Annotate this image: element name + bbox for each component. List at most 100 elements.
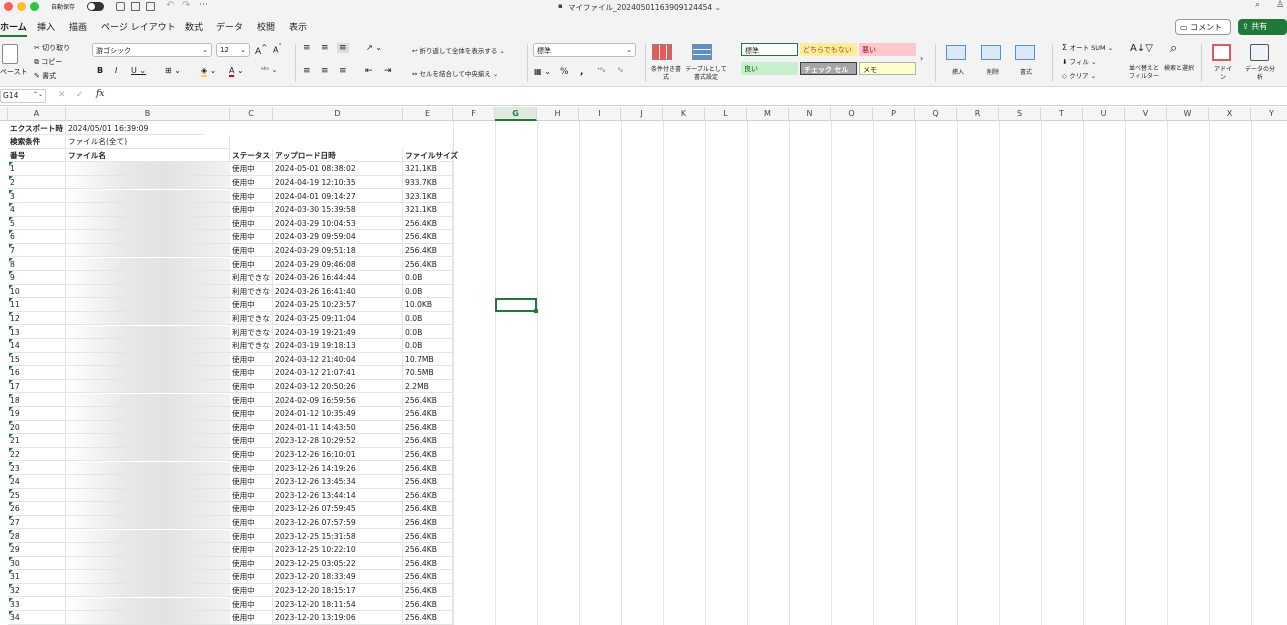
account-icon[interactable]: ♙ <box>1276 0 1284 10</box>
cell-number[interactable]: 30 <box>8 556 66 571</box>
analyze-data-button[interactable]: データの分析 <box>1244 66 1276 82</box>
export-value[interactable]: 2024/05/01 16:39:09 <box>66 122 204 136</box>
cell-upload-date[interactable]: 2024-03-19 19:21:49 <box>273 325 403 340</box>
cell-filename-redacted[interactable] <box>66 298 230 312</box>
cell-file-size[interactable]: 256.4KB <box>403 420 453 435</box>
table-format-icon[interactable] <box>692 44 712 60</box>
align-top-icon[interactable]: ≡ <box>303 43 311 53</box>
increase-font-button[interactable]: A^ <box>255 43 267 57</box>
merge-center-button[interactable]: ⇔ セルを結合して中央揃え ⌄ <box>412 68 498 78</box>
column-header-O[interactable]: O <box>831 107 873 121</box>
cell-file-size[interactable]: 256.4KB <box>403 216 453 231</box>
cell-file-size[interactable]: 256.4KB <box>403 543 453 557</box>
cell-status[interactable]: 利用できな <box>230 339 273 353</box>
cell-upload-date[interactable]: 2024-01-11 14:43:50 <box>273 420 403 435</box>
addins-icon[interactable] <box>1212 44 1231 61</box>
fill-handle[interactable] <box>534 308 538 313</box>
tab-view[interactable]: 表示 <box>289 20 307 33</box>
cell-upload-date[interactable]: 2024-05-01 08:38:02 <box>273 162 403 176</box>
format-button[interactable]: 書式 <box>1020 67 1032 76</box>
header-number[interactable]: 番号 <box>8 148 66 163</box>
align-right-icon[interactable]: ≡ <box>339 66 347 76</box>
cell-filename-redacted[interactable] <box>66 366 230 380</box>
cell-number[interactable]: 11 <box>8 298 66 312</box>
autosum-button[interactable]: Σ オート SUM ⌄ <box>1062 42 1113 52</box>
cell-filename-redacted[interactable] <box>66 570 230 584</box>
fill-color-button[interactable]: ◈ ⌄ <box>201 66 216 77</box>
cell-upload-date[interactable]: 2023-12-28 10:29:52 <box>273 434 403 448</box>
column-header-M[interactable]: M <box>747 107 789 121</box>
styles-more-icon[interactable]: › <box>920 54 923 63</box>
cell-upload-date[interactable]: 2024-03-29 09:59:04 <box>273 230 403 244</box>
tab-data[interactable]: データ <box>216 20 243 33</box>
comment-button[interactable]: ▭ コメント <box>1175 19 1231 35</box>
cell-upload-date[interactable]: 2024-03-12 21:07:41 <box>273 366 403 380</box>
cell-upload-date[interactable]: 2024-04-01 09:14:27 <box>273 189 403 204</box>
cell-status[interactable]: 使用中 <box>230 189 273 204</box>
table-format-button[interactable]: テーブルとして書式設定 <box>684 66 728 82</box>
cell-filename-redacted[interactable] <box>66 216 230 231</box>
cell-number[interactable]: 32 <box>8 583 66 598</box>
cell-number[interactable]: 27 <box>8 515 66 530</box>
tab-insert[interactable]: 挿入 <box>37 20 55 33</box>
cell-number[interactable]: 4 <box>8 203 66 217</box>
bold-button[interactable]: B <box>97 66 103 75</box>
column-header-T[interactable]: T <box>1041 107 1083 121</box>
wrap-text-button[interactable]: ↩ 折り返して全体を表示する ⌄ <box>412 45 505 55</box>
cancel-icon[interactable]: ✕ <box>58 90 66 100</box>
column-header-J[interactable]: J <box>621 107 663 121</box>
italic-button[interactable]: I <box>115 66 117 75</box>
cell-status[interactable]: 利用できな <box>230 271 273 285</box>
cell-upload-date[interactable]: 2023-12-26 07:59:45 <box>273 502 403 516</box>
increase-indent-icon[interactable]: ⇥ <box>384 66 392 76</box>
search-value[interactable]: ファイル名(全て) <box>66 135 230 149</box>
cell-filename-redacted[interactable] <box>66 502 230 516</box>
cell-number[interactable]: 29 <box>8 543 66 557</box>
analyze-data-icon[interactable] <box>1250 44 1269 61</box>
cell-file-size[interactable]: 256.4KB <box>403 583 453 598</box>
column-header-U[interactable]: U <box>1083 107 1125 121</box>
column-header-E[interactable]: E <box>403 107 453 121</box>
zoom-window-button[interactable] <box>30 2 39 11</box>
cell-status[interactable]: 使用中 <box>230 597 273 612</box>
cell-filename-redacted[interactable] <box>66 475 230 489</box>
cell-status[interactable]: 利用できな <box>230 284 273 299</box>
cell-number[interactable]: 28 <box>8 529 66 544</box>
header-filename[interactable]: ファイル名 <box>66 148 230 163</box>
save-icon[interactable] <box>131 2 140 11</box>
column-header-A[interactable]: A <box>8 107 66 121</box>
cell-filename-redacted[interactable] <box>66 311 230 326</box>
tab-formulas[interactable]: 数式 <box>185 20 203 33</box>
cell-file-size[interactable]: 256.4KB <box>403 597 453 612</box>
cell-number[interactable]: 34 <box>8 611 66 625</box>
cell-number[interactable]: 23 <box>8 461 66 476</box>
cell-file-size[interactable]: 323.1KB <box>403 189 453 204</box>
insert-button[interactable]: 挿入 <box>952 67 964 76</box>
name-box[interactable]: G14 ⌃⌄ <box>0 89 46 103</box>
cell-upload-date[interactable]: 2023-12-26 13:45:34 <box>273 475 403 489</box>
cell-file-size[interactable]: 0.0B <box>403 339 453 353</box>
cell-status[interactable]: 使用中 <box>230 570 273 584</box>
cell-number[interactable]: 24 <box>8 475 66 489</box>
tab-review[interactable]: 校閲 <box>257 20 275 33</box>
cell-filename-redacted[interactable] <box>66 203 230 217</box>
decrease-indent-icon[interactable]: ⇤ <box>365 66 373 76</box>
cell-status[interactable]: 使用中 <box>230 461 273 476</box>
tab-draw[interactable]: 描画 <box>69 20 87 33</box>
cell-status[interactable]: 使用中 <box>230 393 273 408</box>
font-color-button[interactable]: A ⌄ <box>229 66 244 77</box>
column-header-X[interactable]: X <box>1209 107 1251 121</box>
cell-file-size[interactable]: 256.4KB <box>403 488 453 503</box>
column-header-C[interactable]: C <box>230 107 273 121</box>
redo-icon[interactable]: ↷ <box>182 0 190 11</box>
cell-upload-date[interactable]: 2024-03-25 10:23:57 <box>273 298 403 312</box>
cell-filename-redacted[interactable] <box>66 243 230 258</box>
cell-upload-date[interactable]: 2024-04-19 12:10:35 <box>273 175 403 190</box>
undo-icon[interactable]: ↶ <box>166 0 174 11</box>
paste-icon[interactable] <box>2 44 18 64</box>
cell-filename-redacted[interactable] <box>66 543 230 557</box>
cell-file-size[interactable]: 256.4KB <box>403 611 453 625</box>
conditional-format-button[interactable]: 条件付き書式 <box>650 66 682 82</box>
style-normal[interactable]: 標準 <box>741 43 798 56</box>
style-memo[interactable]: メモ <box>859 62 916 75</box>
